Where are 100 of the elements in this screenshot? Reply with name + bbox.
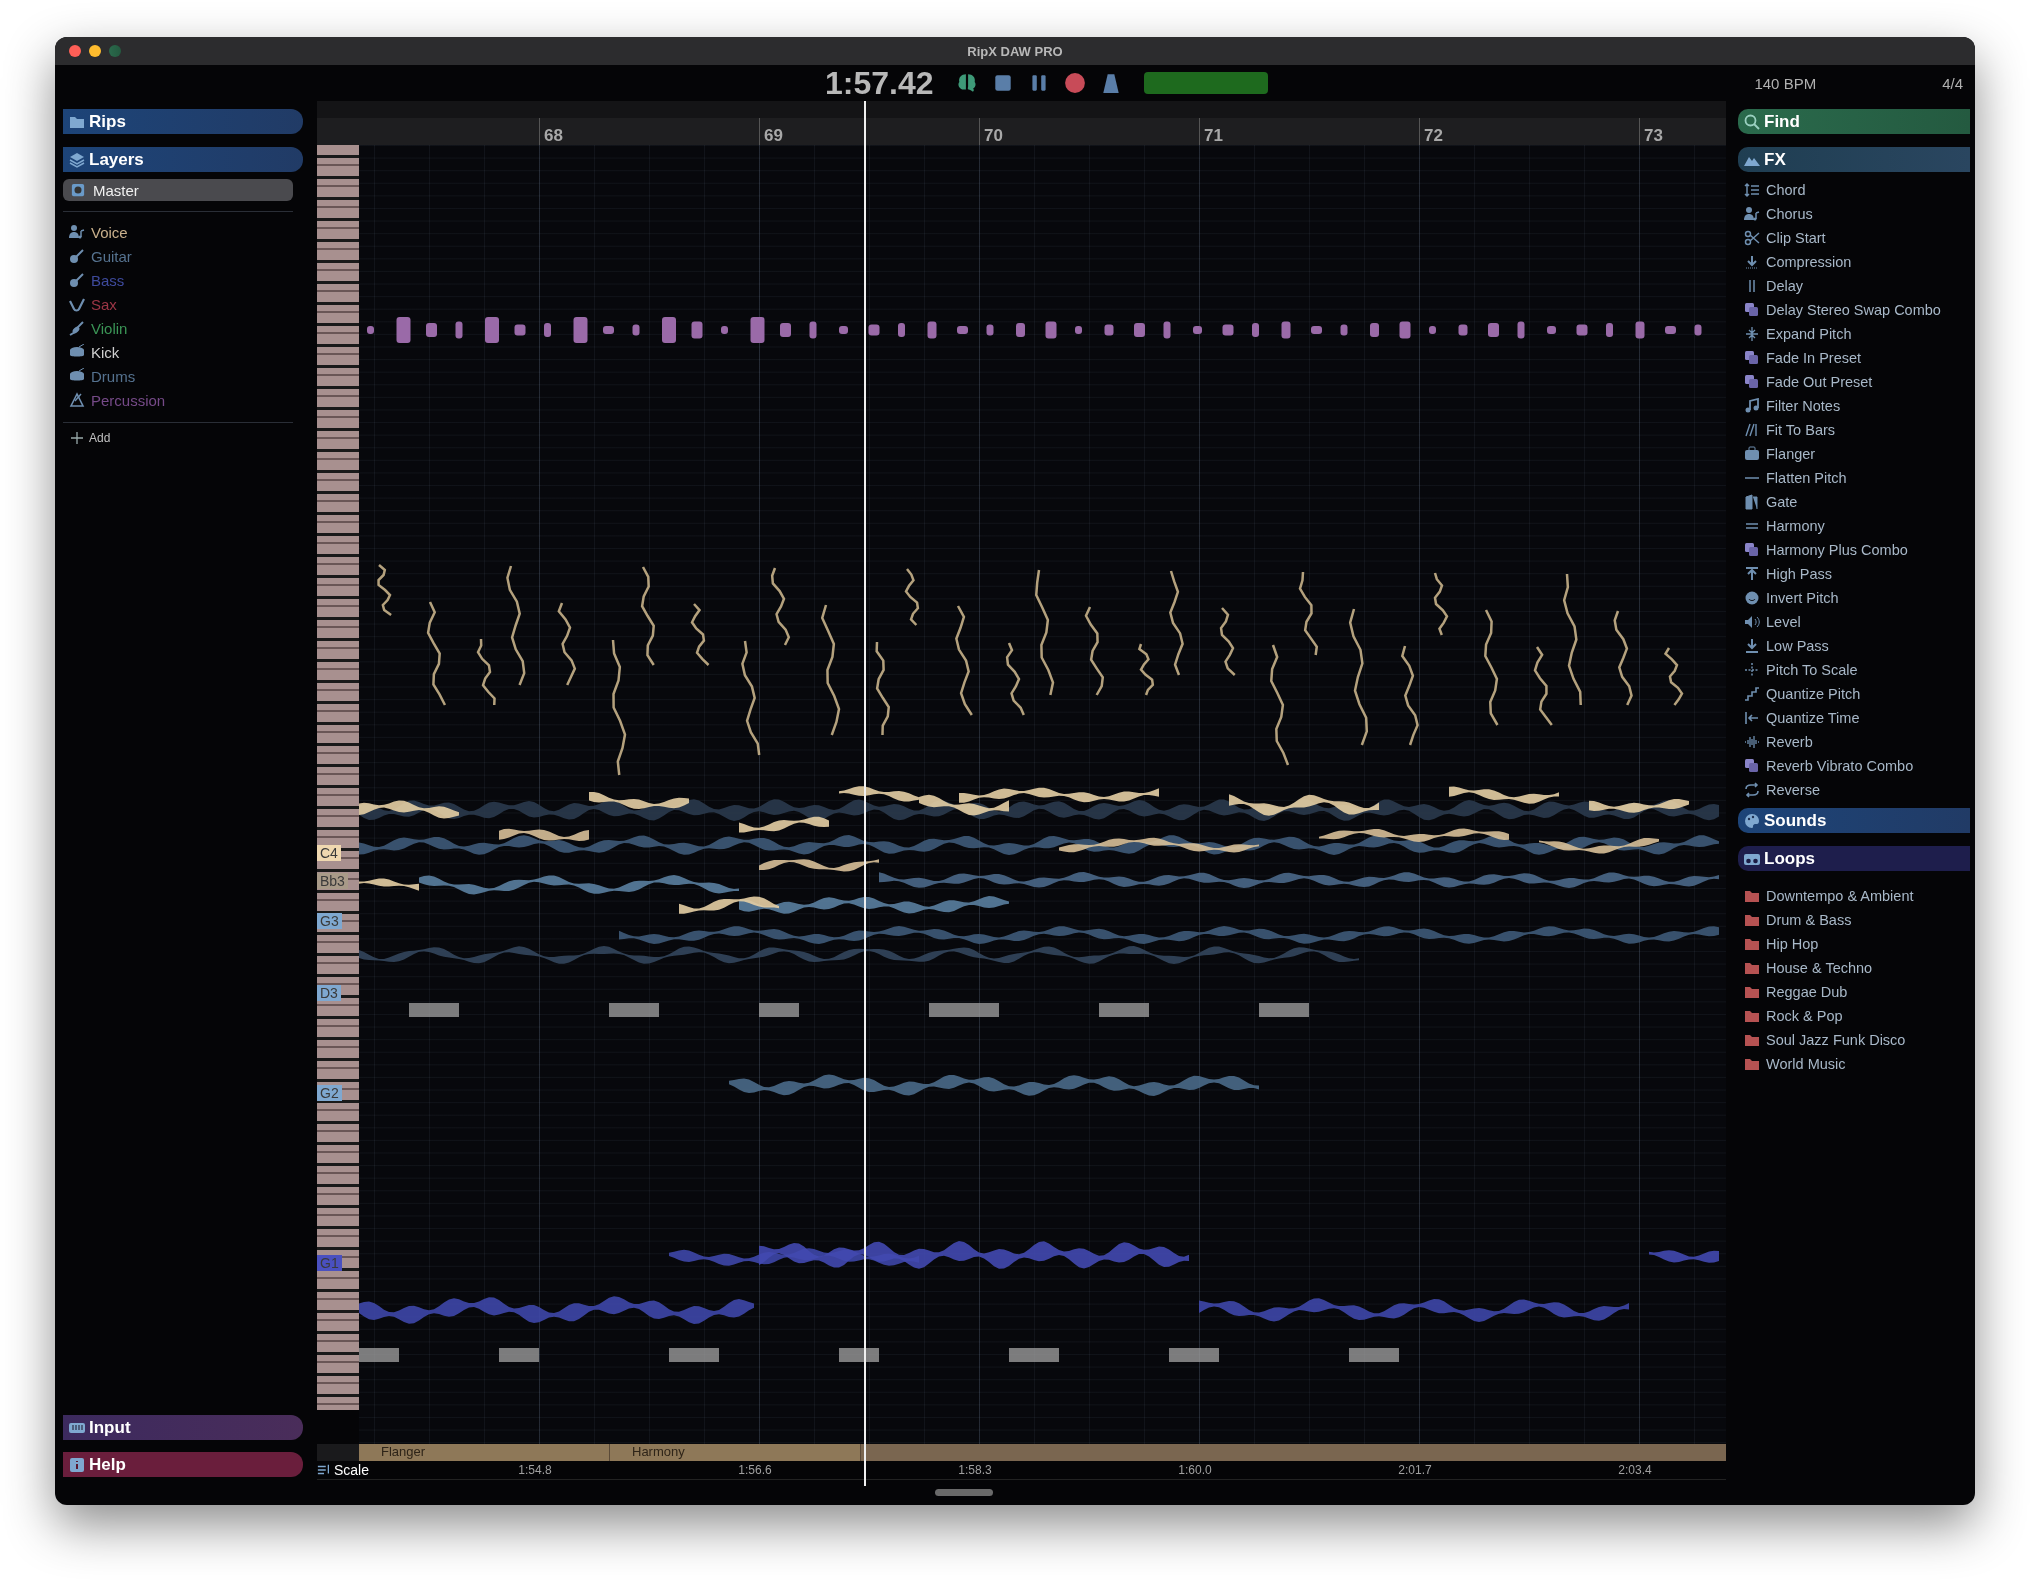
fx-item[interactable]: Reverse [1738,778,1970,802]
time-label: 1:60.0 [1177,1463,1213,1478]
list-icon [1744,182,1760,198]
fx-item[interactable]: Delay Stereo Swap Combo [1738,298,1970,322]
fx-item[interactable]: Low Pass [1738,634,1970,658]
fx-item[interactable]: Invert Pitch [1738,586,1970,610]
fx-item[interactable]: Harmony [1738,514,1970,538]
effect-clip[interactable]: Harmony [610,1444,861,1462]
record-button[interactable] [1063,72,1086,94]
fx-name: Pitch To Scale [1766,662,1858,678]
fx-item[interactable]: Fit To Bars [1738,418,1970,442]
fx-name: Compression [1766,254,1852,270]
layers-header[interactable]: Layers [63,147,303,172]
rips-header[interactable]: Rips [63,109,303,134]
fx-item[interactable]: Flanger [1738,442,1970,466]
master-item[interactable]: Master [63,179,293,201]
minimize-button[interactable] [89,45,101,57]
fx-name: Filter Notes [1766,398,1841,414]
fx-item[interactable]: Reverb [1738,730,1970,754]
layers-icon [69,151,85,168]
fx-item[interactable]: Flatten Pitch [1738,466,1970,490]
loop-folder[interactable]: Drum & Bass [1738,908,1970,932]
effect-clip[interactable]: Flanger [359,1444,610,1462]
fx-name: Chorus [1766,206,1813,222]
fx-item[interactable]: Expand Pitch [1738,322,1970,346]
fx-item[interactable]: Gate [1738,490,1970,514]
fx-name: Reverb Vibrato Combo [1766,758,1914,774]
fx-name: Expand Pitch [1766,326,1852,342]
fx-item[interactable]: Filter Notes [1738,394,1970,418]
fx-item[interactable]: Level [1738,610,1970,634]
fx-name: High Pass [1766,566,1833,582]
bar-number: 71 [1199,117,1419,145]
dotted-cross-icon [1744,662,1760,678]
layer-name: Bass [91,271,125,289]
loop-folder[interactable]: Rock & Pop [1738,1004,1970,1028]
scissors-icon [1744,230,1760,246]
bar-number: 68 [539,117,759,145]
bar-ruler[interactable]: 68 69 70 71 72 73 [317,117,1726,145]
fx-item[interactable]: Quantize Pitch [1738,682,1970,706]
time-label: 2:03.4 [1617,1463,1653,1478]
stacked-squares-icon [1744,758,1760,774]
fx-item[interactable]: Reverb Vibrato Combo [1738,754,1970,778]
loop-folder[interactable]: Soul Jazz Funk Disco [1738,1028,1970,1052]
loop-folder[interactable]: Reggae Dub [1738,980,1970,1004]
person-music-icon [69,224,85,240]
fx-item[interactable]: Harmony Plus Combo [1738,538,1970,562]
scale-button[interactable]: Scale [317,1462,425,1479]
loop-folder[interactable]: World Music [1738,1052,1970,1076]
fx-item[interactable]: Fade In Preset [1738,346,1970,370]
loop-folder[interactable]: Downtempo & Ambient [1738,884,1970,908]
close-button[interactable] [69,45,81,57]
fx-item[interactable]: High Pass [1738,562,1970,586]
fx-item[interactable]: Clip Start [1738,226,1970,250]
sounds-header[interactable]: Sounds [1738,808,1970,833]
dash-icon [1744,477,1760,479]
loop-folder[interactable]: Hip Hop [1738,932,1970,956]
speaker-icon [1744,614,1760,630]
expand-arrows-icon [1744,326,1760,342]
time-label: 1:56.6 [737,1463,773,1478]
arrow-down-icon [1744,638,1760,654]
fx-item[interactable]: Compression [1738,250,1970,274]
steps-icon [1744,686,1760,702]
layer-item[interactable]: Guitar [63,244,303,268]
scroll-thumb[interactable] [935,1489,993,1497]
fx-name: Delay Stereo Swap Combo [1766,302,1941,318]
layer-item[interactable]: Voice [63,220,303,244]
loop-folder[interactable]: House & Techno [1738,956,1970,980]
fx-name: Invert Pitch [1766,590,1839,606]
layer-name: Percussion [91,391,166,409]
layer-item[interactable]: Violin [63,316,303,340]
fx-name: Chord [1766,182,1806,198]
fx-item[interactable]: Delay [1738,274,1970,298]
tempo-label: 140 BPM [1754,74,1817,92]
help-header[interactable]: Help [63,1452,303,1477]
layer-name: Guitar [91,247,132,265]
fx-item[interactable]: Chorus [1738,202,1970,226]
circle-icon [1744,590,1760,606]
fx-item[interactable]: Pitch To Scale [1738,658,1970,682]
double-bar-icon [1749,278,1755,294]
info-icon [69,1456,85,1473]
fx-item[interactable]: Chord [1738,178,1970,202]
input-header[interactable]: Input [63,1415,303,1440]
layer-name: Voice [91,223,128,241]
fx-name: Flatten Pitch [1766,470,1847,486]
loops-header[interactable]: Loops [1738,846,1970,871]
fx-item[interactable]: Fade Out Preset [1738,370,1970,394]
stacked-squares-icon [1744,542,1760,558]
cycle-arrows-icon [1744,782,1760,798]
fx-header[interactable]: FX [1738,147,1970,172]
layer-item[interactable]: Kick [63,340,303,364]
folder-icon [1744,1032,1760,1048]
folder-icon [1744,960,1760,976]
fx-item[interactable]: Quantize Time [1738,706,1970,730]
find-button[interactable]: Find [1738,109,1970,134]
note-label: D3 [317,984,341,1001]
piano-keyboard[interactable]: C4 Bb3 G3 D3 G2 G1 [317,144,359,1410]
folder-icon [1744,1008,1760,1024]
add-button[interactable]: Add [63,431,119,445]
layer-item[interactable]: Drums [63,364,303,388]
playhead-line[interactable] [863,100,867,1486]
